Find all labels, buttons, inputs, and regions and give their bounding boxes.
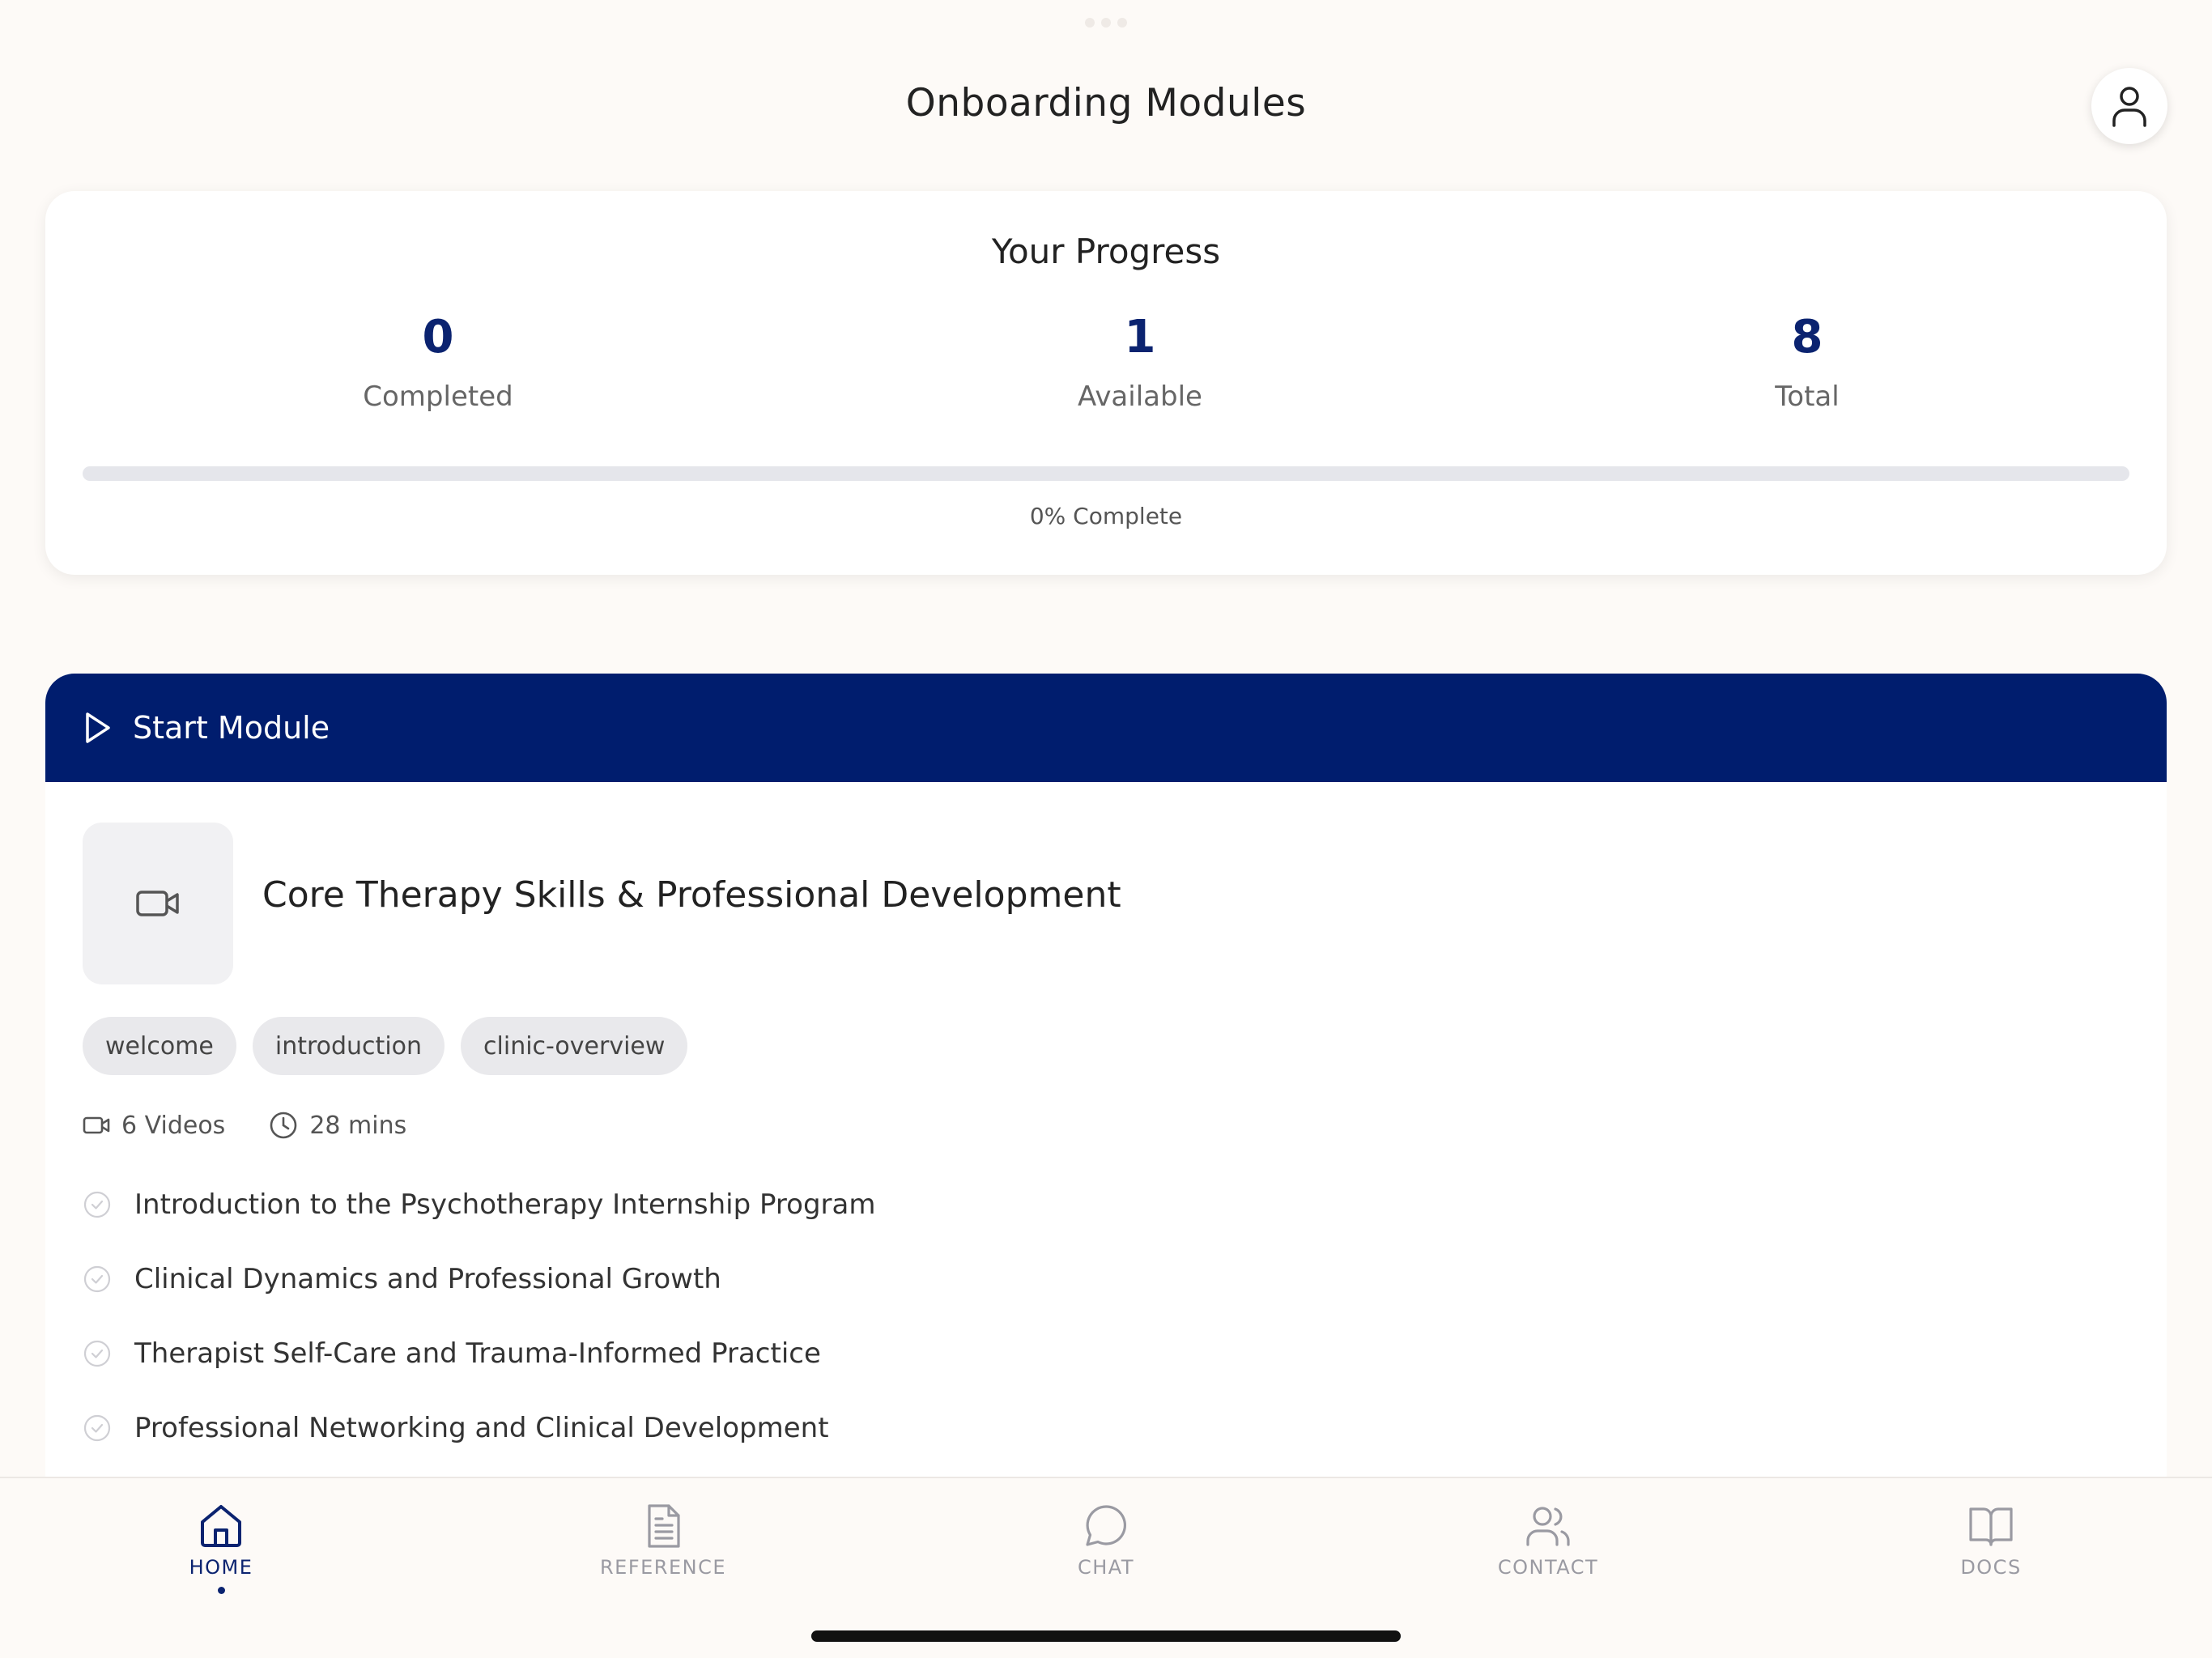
tab-label: CONTACT xyxy=(1497,1556,1599,1579)
start-module-label: Start Module xyxy=(133,710,330,746)
stat-value: 0 xyxy=(422,311,454,363)
stat-value: 1 xyxy=(1124,311,1156,363)
lesson-item[interactable]: Professional Networking and Clinical Dev… xyxy=(83,1391,2026,1465)
video-camera-icon xyxy=(136,891,179,916)
module-meta: 6 Videos 28 mins xyxy=(83,1111,450,1140)
module-duration: 28 mins xyxy=(269,1111,406,1140)
module-title: Core Therapy Skills & Professional Devel… xyxy=(262,874,1121,916)
tab-home[interactable]: HOME xyxy=(124,1503,318,1594)
stat-available: 1 Available xyxy=(978,312,1302,413)
book-icon xyxy=(1969,1507,2013,1546)
tab-label: CHAT xyxy=(1077,1556,1135,1579)
tag-chip[interactable]: introduction xyxy=(252,1017,445,1075)
chat-bubble-icon xyxy=(1086,1505,1127,1546)
video-camera-icon xyxy=(83,1116,110,1134)
check-circle-icon xyxy=(83,1190,112,1219)
play-icon xyxy=(84,712,112,744)
tab-reference[interactable]: REFERENCE xyxy=(566,1503,760,1579)
lesson-title: Therapist Self-Care and Trauma-Informed … xyxy=(134,1337,821,1370)
check-circle-icon xyxy=(83,1339,112,1368)
tab-contact[interactable]: CONTACT xyxy=(1451,1503,1645,1579)
start-module-button[interactable]: Start Module xyxy=(45,674,2167,782)
module-tags: welcome introduction clinic-overview xyxy=(83,1017,688,1075)
module-card: Start Module Core Therapy Skills & Profe… xyxy=(45,674,2167,1483)
tab-docs[interactable]: DOCS xyxy=(1894,1503,2088,1579)
lesson-title: Clinical Dynamics and Professional Growt… xyxy=(134,1263,721,1295)
progress-bar xyxy=(83,466,2129,481)
page-title: Onboarding Modules xyxy=(905,81,1307,125)
stat-total: 8 Total xyxy=(1645,312,1969,413)
tag-chip[interactable]: welcome xyxy=(83,1017,236,1075)
lesson-list: Introduction to the Psychotherapy Intern… xyxy=(83,1167,2026,1465)
multitasking-dots[interactable] xyxy=(1085,18,1127,29)
app-screen: Onboarding Modules Your Progress 0 Compl… xyxy=(0,0,2212,1658)
tab-label: REFERENCE xyxy=(599,1556,727,1579)
check-circle-icon xyxy=(83,1414,112,1443)
tag-chip[interactable]: clinic-overview xyxy=(461,1017,688,1075)
profile-button[interactable] xyxy=(2091,68,2167,144)
stat-label: Total xyxy=(1775,380,1840,413)
stat-label: Available xyxy=(1078,380,1202,413)
progress-percent-label: 0% Complete xyxy=(1029,503,1183,529)
lesson-item[interactable]: Introduction to the Psychotherapy Intern… xyxy=(83,1167,2026,1242)
video-count: 6 Videos xyxy=(83,1112,225,1140)
module-thumbnail xyxy=(83,823,233,984)
document-icon xyxy=(648,1504,680,1548)
progress-title: Your Progress xyxy=(991,232,1221,271)
stat-value: 8 xyxy=(1791,311,1823,363)
tab-label: HOME xyxy=(189,1556,253,1579)
active-tab-indicator xyxy=(217,1587,225,1594)
lesson-item[interactable]: Clinical Dynamics and Professional Growt… xyxy=(83,1242,2026,1316)
stat-label: Completed xyxy=(363,380,513,413)
check-circle-icon xyxy=(83,1265,112,1294)
home-icon xyxy=(201,1505,241,1547)
duration-label: 28 mins xyxy=(309,1111,407,1140)
tab-chat[interactable]: CHAT xyxy=(1009,1503,1203,1579)
lesson-title: Introduction to the Psychotherapy Intern… xyxy=(134,1188,876,1221)
progress-card: Your Progress 0 Completed 1 Available 8 … xyxy=(45,191,2167,575)
clock-icon xyxy=(270,1112,297,1139)
video-count-label: 6 Videos xyxy=(121,1111,226,1140)
stat-completed: 0 Completed xyxy=(276,312,600,413)
home-indicator[interactable] xyxy=(811,1630,1401,1642)
lesson-title: Professional Networking and Clinical Dev… xyxy=(134,1412,829,1444)
tab-label: DOCS xyxy=(1960,1556,2022,1579)
user-icon xyxy=(2112,87,2146,127)
people-icon xyxy=(1526,1507,1570,1546)
lesson-item[interactable]: Therapist Self-Care and Trauma-Informed … xyxy=(83,1316,2026,1391)
